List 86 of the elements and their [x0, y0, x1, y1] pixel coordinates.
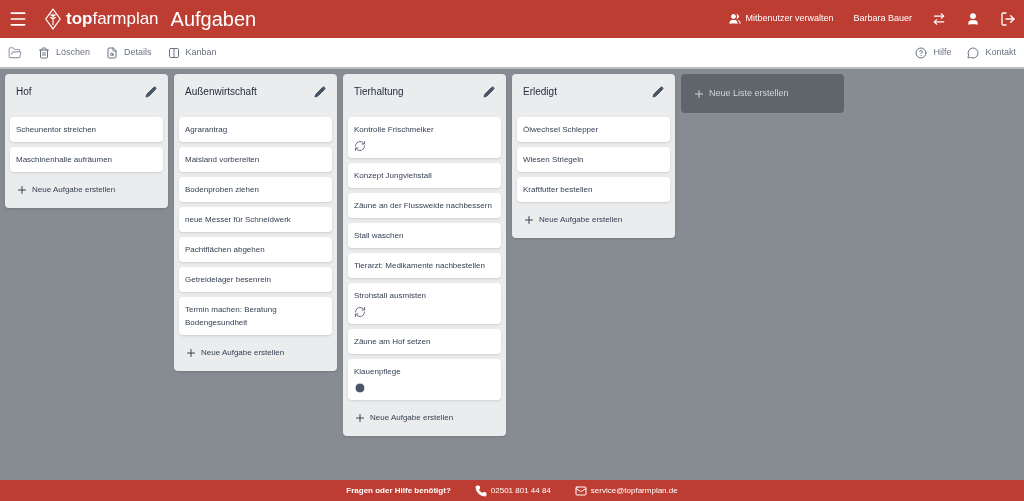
wheat-logo-icon [44, 8, 62, 30]
task-title: Kraftfutter bestellen [523, 184, 594, 196]
add-task-button[interactable]: Neue Aufgabe erstellen [179, 347, 291, 359]
task-card[interactable]: Kraftfutter bestellen [517, 177, 670, 202]
user-icon[interactable] [966, 12, 980, 26]
edit-icon[interactable] [483, 85, 495, 98]
email-link[interactable]: service@topfarmplan.de [574, 484, 678, 497]
task-title: Pachtflächen abgehen [185, 244, 266, 256]
refresh-icon [354, 140, 366, 152]
toolbar-button[interactable]: Details [106, 45, 152, 60]
task-card[interactable]: Klauenpflege [348, 359, 501, 400]
document-search-icon [106, 46, 119, 59]
task-card[interactable]: Wiesen Striegeln [517, 147, 670, 172]
task-title: Tierarzt: Medikamente nachbestellen [354, 260, 486, 272]
task-title: Bodenproben ziehen [185, 184, 260, 196]
task-card[interactable]: Konzept Jungviehstall [348, 163, 501, 188]
task-title: Zäune an der Flussweide nachbessern [354, 200, 493, 212]
task-title: Kontrolle Frischmelker [354, 124, 435, 136]
toolbar-button[interactable]: Kanban [167, 45, 217, 60]
add-task-button[interactable]: Neue Aufgabe erstellen [517, 214, 629, 226]
task-card[interactable]: Agrarantrag [179, 117, 332, 142]
list-title: Tierhaltung [354, 85, 404, 99]
refresh-icon [354, 306, 366, 318]
add-task-button[interactable]: Neue Aufgabe erstellen [348, 412, 460, 424]
help-question: Fragen oder Hilfe benötigt? [346, 484, 451, 497]
menu-icon[interactable] [8, 9, 28, 29]
phone-icon [474, 484, 487, 497]
logout-icon[interactable] [1000, 11, 1016, 27]
task-card[interactable]: Scheunentor streichen [10, 117, 163, 142]
task-title: Klauenpflege [354, 366, 402, 378]
task-card[interactable]: Bodenproben ziehen [179, 177, 332, 202]
task-title: Ölwechsel Schlepper [523, 124, 600, 136]
task-card[interactable]: Ölwechsel Schlepper [517, 117, 670, 142]
task-card[interactable]: Tierarzt: Medikamente nachbestellen [348, 253, 501, 278]
trash-icon [38, 46, 50, 59]
plus-icon [354, 412, 366, 424]
task-title: Wiesen Striegeln [523, 154, 585, 166]
plus-icon [185, 347, 197, 359]
task-card[interactable]: Maschinenhalle aufräumen [10, 147, 163, 172]
task-title: Termin machen: Beratung Bodengesundheit [185, 304, 278, 329]
edit-icon[interactable] [314, 85, 326, 98]
add-task-button[interactable]: Neue Aufgabe erstellen [10, 184, 122, 196]
toolbar-button[interactable]: Löschen [38, 45, 91, 60]
task-card[interactable]: Zäune an der Flussweide nachbessern [348, 193, 501, 218]
task-title: Maisland vorbereiten [185, 154, 261, 166]
user-name[interactable]: Barbara Bauer [853, 12, 912, 26]
task-card[interactable]: Termin machen: Beratung Bodengesundheit [179, 297, 332, 335]
task-title: Zäune am Hof setzen [354, 336, 432, 348]
plus-icon [523, 214, 535, 226]
task-card[interactable]: Pachtflächen abgehen [179, 237, 332, 262]
task-card[interactable]: Kontrolle Frischmelker [348, 117, 501, 158]
list-title: Hof [16, 85, 32, 99]
switch-icon[interactable] [932, 12, 946, 26]
task-card[interactable]: Stall waschen [348, 223, 501, 248]
new-list-button[interactable]: Neue Liste erstellen [681, 74, 844, 113]
users-icon [729, 13, 742, 25]
manage-users-button[interactable]: Mitbenutzer verwalten [729, 12, 834, 26]
task-title: Stall waschen [354, 230, 405, 242]
toolbar-button[interactable]: Kontakt [967, 45, 1016, 60]
task-title: Maschinenhalle aufräumen [16, 154, 114, 166]
mail-icon [574, 484, 587, 497]
task-card[interactable]: neue Messer für Schneidwerk [179, 207, 332, 232]
phone-link[interactable]: 02501 801 44 84 [474, 484, 551, 497]
brand-logo: topfarmplan [66, 8, 159, 31]
task-title: Strohstall ausmisten [354, 290, 428, 302]
chat-icon [967, 46, 980, 59]
plus-icon [16, 184, 28, 196]
edit-icon[interactable] [652, 85, 664, 98]
list-title: Erledigt [523, 85, 557, 99]
columns-icon [167, 46, 180, 59]
task-title: Scheunentor streichen [16, 124, 98, 136]
task-card[interactable]: Zäune am Hof setzen [348, 329, 501, 354]
folder-icon[interactable] [8, 45, 22, 60]
task-title: Getreidelager besenrein [185, 274, 272, 286]
task-title: Konzept Jungviehstall [354, 170, 433, 182]
task-title: neue Messer für Schneidwerk [185, 214, 292, 226]
task-card[interactable]: Strohstall ausmisten [348, 283, 501, 324]
page-title: Aufgaben [170, 7, 257, 32]
plus-icon [693, 87, 705, 100]
toolbar-button[interactable]: Hilfe [915, 45, 952, 60]
task-card[interactable]: Getreidelager besenrein [179, 267, 332, 292]
task-card[interactable]: Maisland vorbereiten [179, 147, 332, 172]
task-title: Agrarantrag [185, 124, 229, 136]
list-title: Außenwirtschaft [185, 85, 257, 99]
edit-icon[interactable] [145, 85, 157, 98]
help-icon [915, 46, 928, 59]
